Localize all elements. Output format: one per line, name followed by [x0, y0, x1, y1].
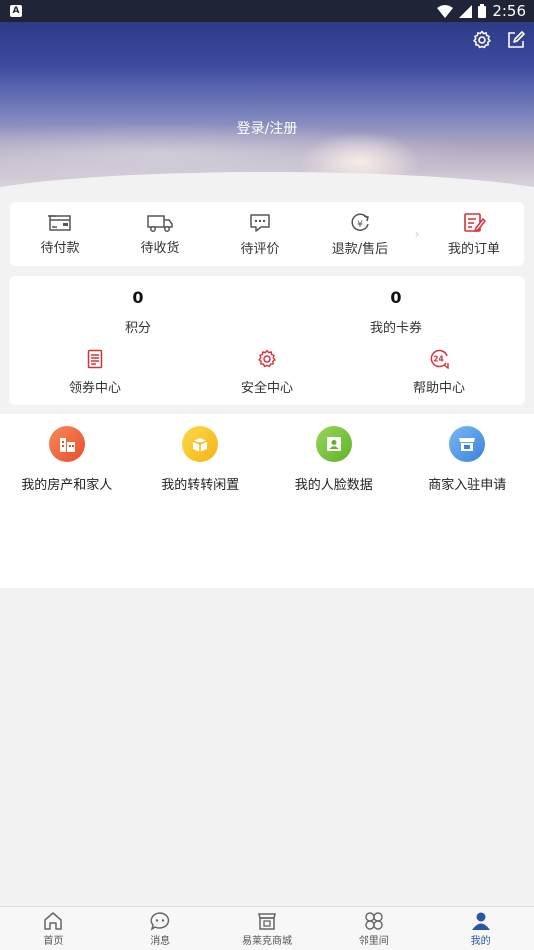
store-icon — [449, 426, 486, 462]
feature-merchant-apply[interactable]: 商家入驻申请 — [401, 426, 534, 493]
edit-icon[interactable] — [506, 30, 526, 50]
tab-label: 消息 — [150, 935, 171, 947]
tab-label: 易莱克商城 — [241, 935, 292, 947]
svg-text:24: 24 — [433, 355, 443, 364]
orders-card: 待付款 待收货 待评价 ¥ 退款/售后 › 我的订单 — [10, 202, 524, 266]
points-label: 积分 — [124, 321, 151, 336]
order-item-label: 待评价 — [240, 241, 280, 257]
truck-icon — [147, 214, 173, 232]
coupons-label: 我的卡券 — [369, 321, 422, 336]
person-icon — [471, 912, 490, 930]
features-panel: 我的房产和家人 我的转转闲置 我的人脸数据 商家入驻申请 — [0, 414, 534, 588]
bottom-tab-bar: 首页 消息 易莱克商城 邻里间 我的 — [0, 906, 534, 950]
tab-label: 首页 — [43, 935, 64, 947]
coupons-item[interactable]: 0 我的卡券 — [267, 276, 525, 340]
feature-face-data[interactable]: 我的人脸数据 — [267, 426, 401, 493]
coupon-center-button[interactable]: 领券中心 — [9, 340, 181, 405]
comment-icon — [250, 213, 270, 232]
tab-profile[interactable]: 我的 — [427, 907, 534, 950]
battery-icon — [478, 4, 487, 18]
shop-icon — [258, 912, 276, 930]
service-label: 安全中心 — [240, 381, 293, 396]
chevron-right-icon: › — [414, 227, 420, 241]
building-icon — [48, 426, 85, 462]
tab-home[interactable]: 首页 — [0, 907, 107, 950]
coupons-value: 0 — [390, 288, 402, 307]
feature-secondhand[interactable]: 我的转转闲置 — [134, 426, 268, 493]
profile-header: 登录/注册 — [0, 22, 534, 192]
neighbor-icon — [365, 911, 383, 930]
service-label: 领券中心 — [68, 381, 121, 396]
feature-property-family[interactable]: 我的房产和家人 — [0, 426, 134, 493]
tab-messages[interactable]: 消息 — [107, 907, 214, 950]
clock: 2:56 — [492, 2, 526, 20]
help-center-button[interactable]: 24 帮助中心 — [353, 340, 525, 405]
points-value: 0 — [132, 288, 144, 307]
my-orders-label: 我的订单 — [447, 241, 500, 257]
order-pending-review[interactable]: 待评价 — [210, 202, 310, 266]
order-list-icon — [464, 212, 486, 232]
settings-gear-icon[interactable] — [472, 30, 492, 50]
tab-shop[interactable]: 易莱克商城 — [214, 907, 321, 950]
feature-label: 我的转转闲置 — [161, 478, 240, 493]
order-item-label: 待收货 — [140, 240, 180, 256]
status-bar: A 2:56 — [0, 0, 534, 22]
svg-text:¥: ¥ — [357, 220, 363, 230]
feature-label: 我的房产和家人 — [21, 478, 113, 493]
tab-neighbors[interactable]: 邻里间 — [320, 907, 427, 950]
home-icon — [44, 911, 63, 930]
assets-card: 0 积分 0 我的卡券 领券中心 安全中心 24 帮助中心 — [9, 276, 525, 405]
feature-label: 商家入驻申请 — [428, 478, 507, 493]
wifi-icon — [437, 4, 454, 18]
wallet-icon — [48, 214, 71, 231]
security-gear-icon — [258, 349, 276, 368]
refund-icon: ¥ — [351, 213, 369, 231]
order-pending-delivery[interactable]: 待收货 — [110, 202, 210, 266]
order-item-label: 退款/售后 — [331, 241, 389, 257]
face-id-icon — [315, 426, 352, 462]
help-24h-icon: 24 — [430, 349, 449, 369]
order-pending-payment[interactable]: 待付款 — [10, 202, 110, 266]
my-orders-button[interactable]: 我的订单 — [424, 202, 524, 266]
coupon-center-icon — [87, 349, 103, 369]
points-item[interactable]: 0 积分 — [9, 276, 267, 340]
security-center-button[interactable]: 安全中心 — [181, 340, 353, 405]
gift-box-icon — [182, 426, 219, 462]
tab-label: 我的 — [470, 935, 491, 947]
login-register-link[interactable]: 登录/注册 — [0, 118, 534, 138]
order-refund[interactable]: ¥ 退款/售后 — [310, 202, 410, 266]
tab-label: 邻里间 — [358, 935, 389, 947]
signal-icon — [459, 4, 473, 18]
feature-label: 我的人脸数据 — [294, 478, 373, 493]
service-label: 帮助中心 — [412, 381, 465, 396]
order-item-label: 待付款 — [40, 240, 80, 256]
notification-a-icon: A — [10, 5, 22, 17]
chat-icon — [150, 911, 170, 931]
